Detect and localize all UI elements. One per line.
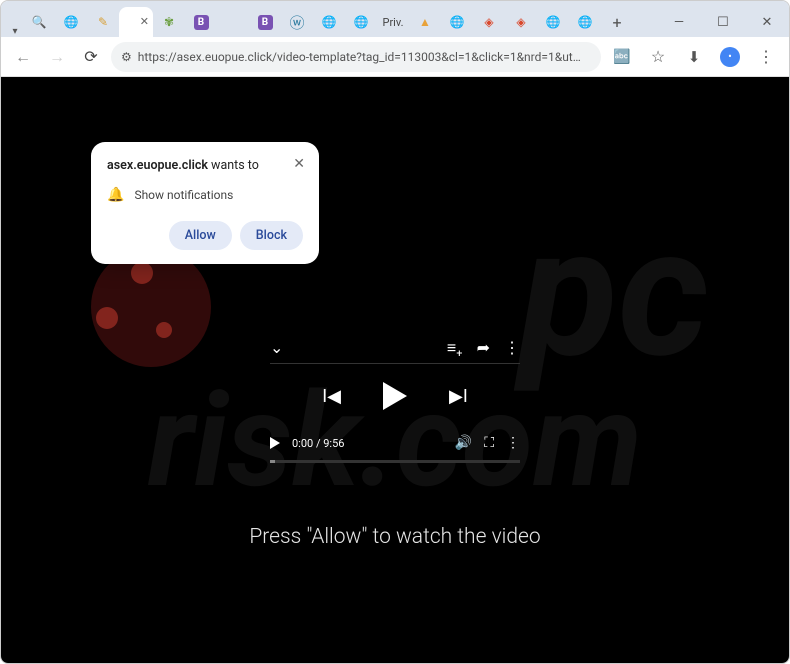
brave-icon: ◈: [513, 14, 529, 30]
share-icon[interactable]: ➦: [477, 338, 490, 357]
url-text: https://asex.euopue.click/video-template…: [138, 50, 591, 64]
globe-icon: 🌐: [449, 14, 465, 30]
forward-button: →: [43, 43, 71, 71]
tab-16[interactable]: ◈: [505, 7, 537, 37]
reload-button[interactable]: ⟳: [77, 43, 105, 71]
tab-strip: ▾ 🔍 🌐 ✎ ✕ ✾ B B ⓦ 🌐 🌐 Priv. ▲ 🌐 ◈ ◈ 🌐 🌐 …: [1, 1, 789, 37]
video-player: ⌄ ≡₊ ➦ ⋮ I◀ ▶I 0:00 / 9:56 🔊 ⛶ ⋮: [270, 332, 520, 463]
globe-icon: 🌐: [63, 14, 79, 30]
tab-13[interactable]: ▲: [409, 7, 441, 37]
page-content: pc risk.com ⌄ ≡₊ ➦ ⋮ I◀ ▶I 0:00 / 9:56 🔊…: [1, 77, 789, 663]
more-icon[interactable]: ⋮: [504, 338, 520, 357]
watermark-dot: [96, 307, 118, 329]
tab-14[interactable]: 🌐: [441, 7, 473, 37]
profile-button[interactable]: •: [715, 42, 745, 72]
time-display: 0:00 / 9:56: [292, 437, 344, 450]
allow-button[interactable]: Allow: [169, 221, 232, 250]
minimize-button[interactable]: —: [657, 7, 701, 37]
magnifier-icon: 🔍: [31, 14, 47, 30]
tab-label: Priv.: [379, 16, 408, 29]
avatar: •: [720, 47, 740, 67]
globe-icon: 🌐: [353, 14, 369, 30]
block-button[interactable]: Block: [240, 221, 303, 250]
tab-10[interactable]: 🌐: [313, 7, 345, 37]
close-icon[interactable]: ✕: [140, 15, 149, 28]
next-track-icon[interactable]: ▶I: [449, 386, 468, 407]
close-window-button[interactable]: ✕: [745, 7, 789, 37]
back-button[interactable]: ←: [9, 43, 37, 71]
tab-9[interactable]: ⓦ: [281, 7, 313, 37]
address-bar: ← → ⟳ ⚙ https://asex.euopue.click/video-…: [1, 37, 789, 77]
bootstrap-icon: B: [258, 15, 273, 30]
prompt-permission-label: Show notifications: [134, 188, 233, 202]
fullscreen-icon[interactable]: ⛶: [484, 435, 494, 451]
site-settings-icon[interactable]: ⚙: [121, 50, 132, 64]
tab-12[interactable]: Priv.: [377, 7, 409, 37]
maximize-button[interactable]: ☐: [701, 7, 745, 37]
translate-icon[interactable]: 🔤: [607, 42, 637, 72]
tab-1[interactable]: 🔍: [23, 7, 55, 37]
globe-icon: 🌐: [577, 14, 593, 30]
notification-prompt: ✕ asex.euopue.click wants to 🔔 Show noti…: [91, 142, 319, 264]
play-small-icon[interactable]: [270, 437, 280, 449]
new-tab-button[interactable]: +: [601, 7, 633, 37]
leaf-icon: ✾: [161, 14, 177, 30]
tab-15[interactable]: ◈: [473, 7, 505, 37]
globe-icon: 🌐: [545, 14, 561, 30]
globe-icon: 🌐: [321, 14, 337, 30]
flame-icon: ▲: [417, 14, 433, 30]
tab-6[interactable]: B: [185, 7, 217, 37]
bookmark-icon[interactable]: ☆: [643, 42, 673, 72]
prompt-title: asex.euopue.click wants to: [107, 158, 303, 173]
download-icon[interactable]: ⬇: [679, 42, 709, 72]
tab-2[interactable]: 🌐: [55, 7, 87, 37]
watermark-pc: pc: [520, 187, 709, 398]
prompt-close-button[interactable]: ✕: [293, 156, 305, 172]
playlist-add-icon[interactable]: ≡₊: [447, 338, 463, 358]
previous-track-icon[interactable]: I◀: [322, 386, 341, 407]
tab-17[interactable]: 🌐: [537, 7, 569, 37]
tab-8[interactable]: B: [249, 7, 281, 37]
overflow-icon[interactable]: ⋮: [506, 435, 520, 451]
brave-icon: ◈: [481, 14, 497, 30]
chevron-down-icon[interactable]: ⌄: [270, 338, 283, 357]
bootstrap-icon: B: [194, 15, 209, 30]
bell-icon: 🔔: [107, 187, 124, 203]
tab-7[interactable]: [217, 7, 249, 37]
menu-button[interactable]: ⋮: [751, 42, 781, 72]
tab-5[interactable]: ✾: [153, 7, 185, 37]
wordpress-icon: ⓦ: [289, 14, 305, 30]
cta-text: Press "Allow" to watch the video: [249, 525, 540, 549]
tab-active[interactable]: ✕: [119, 7, 153, 37]
play-button[interactable]: [383, 382, 407, 410]
watermark-dot: [156, 322, 172, 338]
seek-bar[interactable]: [270, 460, 520, 463]
watermark-dot: [131, 262, 153, 284]
url-bar[interactable]: ⚙ https://asex.euopue.click/video-templa…: [111, 42, 601, 72]
pencil-icon: ✎: [95, 14, 111, 30]
volume-icon[interactable]: 🔊: [455, 435, 472, 451]
tab-11[interactable]: 🌐: [345, 7, 377, 37]
tab-3[interactable]: ✎: [87, 7, 119, 37]
tab-dropdown-icon[interactable]: ▾: [7, 26, 23, 37]
tab-18[interactable]: 🌐: [569, 7, 601, 37]
